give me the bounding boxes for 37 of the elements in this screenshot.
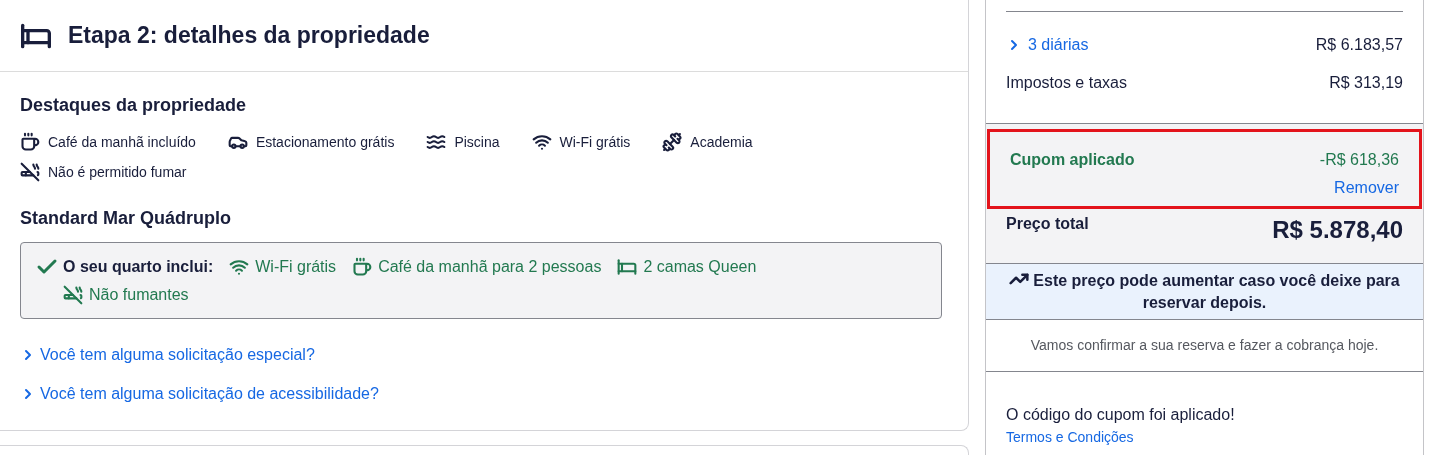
no-smoking-icon: [63, 285, 83, 305]
total-amount: R$ 5.878,40: [1272, 215, 1403, 245]
amenity-label: Piscina: [454, 132, 500, 152]
bed-icon: [617, 257, 638, 277]
amenity-label: Wi-Fi grátis: [559, 132, 631, 152]
amenity-label: Café da manhã incluído: [48, 132, 196, 152]
coupon-label: Cupom aplicado: [1010, 150, 1135, 170]
amenity-label: Não é permitido fumar: [48, 162, 187, 182]
coupon-message: O código do cupom foi aplicado!: [1006, 405, 1236, 425]
nights-link[interactable]: 3 diárias: [1006, 33, 1089, 57]
remove-coupon-link[interactable]: Remover: [1334, 176, 1399, 200]
room-amenity: 2 camas Queen: [643, 257, 757, 277]
coupon-discount: -R$ 618,36: [1319, 150, 1399, 170]
terms-link[interactable]: Termos e Condições: [1006, 427, 1134, 448]
line-amount: R$ 6.183,57: [1315, 35, 1403, 55]
room-amenity: Café da manhã para 2 pessoas: [378, 257, 602, 277]
coffee-cup-icon: [352, 257, 373, 277]
dumbbell-icon: [662, 132, 683, 152]
request-link[interactable]: Você tem alguma solicitação especial?: [20, 343, 315, 367]
includes-label: O seu quarto inclui:: [63, 257, 214, 277]
line-amount: R$ 313,19: [1329, 73, 1403, 93]
room-amenity: Não fumantes: [89, 285, 189, 305]
total-label: Preço total: [1006, 214, 1089, 234]
wifi-icon: [531, 132, 552, 152]
room-name: Standard Mar Quádruplo: [20, 207, 233, 230]
section-heading: Destaques da propriedade: [20, 94, 248, 117]
price-notice: Este preço pode aumentar caso você deixe para reservar depois.: [1033, 272, 1400, 311]
coffee-cup-icon: [20, 132, 40, 152]
line-label: Impostos e taxas: [1006, 73, 1127, 93]
no-smoking-icon: [20, 162, 40, 182]
request-link[interactable]: Você tem alguma solicitação de acessibilidade?: [20, 382, 379, 406]
room-amenity: Wi-Fi grátis: [255, 257, 337, 277]
step-title: Etapa 2: detalhes da propriedade: [68, 21, 430, 51]
wifi-icon: [229, 257, 250, 277]
amenity-label: Academia: [690, 132, 753, 152]
amenity-label: Estacionamento grátis: [255, 132, 395, 152]
charge-note: Vamos confirmar a sua reserva e fazer a cobrança hoje.: [1030, 336, 1379, 355]
